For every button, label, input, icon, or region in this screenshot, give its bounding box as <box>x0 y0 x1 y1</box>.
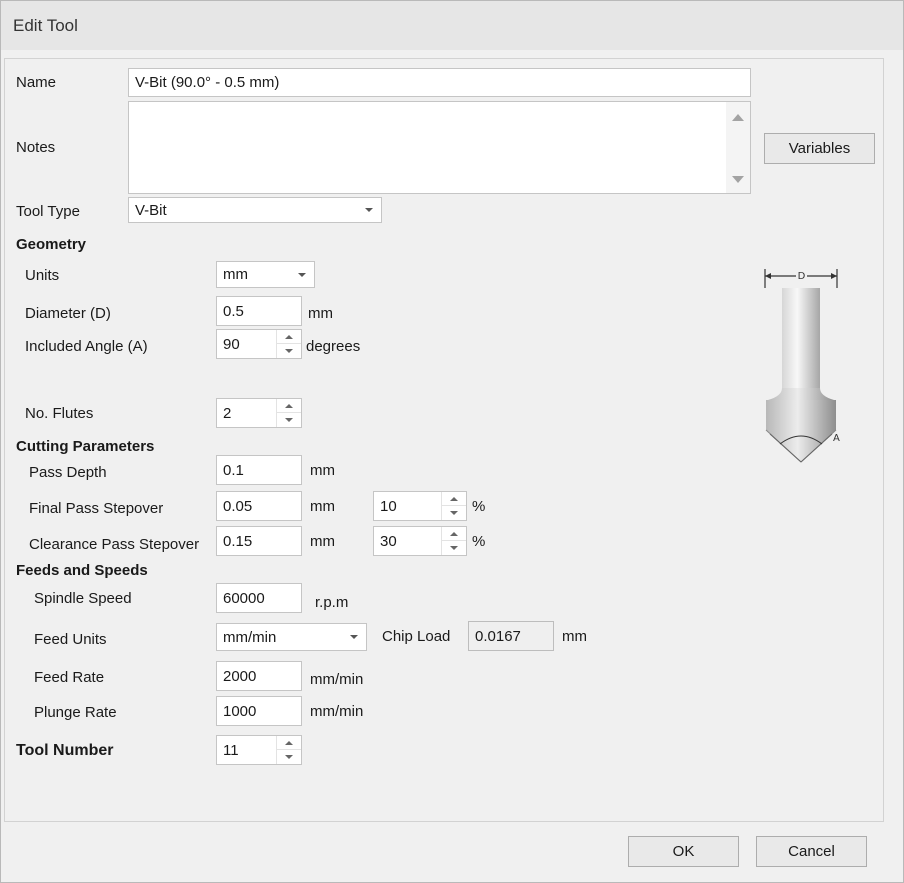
chip-load-label: Chip Load <box>382 628 451 645</box>
chevron-down-icon <box>350 635 358 639</box>
final-stepover-percent-symbol: % <box>472 498 486 515</box>
spin-up-icon[interactable] <box>277 330 301 344</box>
spin-up-icon[interactable] <box>277 736 301 750</box>
clearance-stepover-percent-symbol: % <box>472 533 486 550</box>
geometry-heading: Geometry <box>16 236 87 253</box>
units-label: Units <box>25 267 60 284</box>
angle-value: 90 <box>223 335 240 353</box>
tool-type-select[interactable]: V-Bit <box>128 197 382 223</box>
feed-units-value: mm/min <box>223 628 277 646</box>
spin-down-icon[interactable] <box>442 541 466 555</box>
diameter-marker: D <box>798 271 806 282</box>
angle-unit: degrees <box>306 338 361 355</box>
plunge-rate-input[interactable]: 1000 <box>216 696 302 726</box>
tool-number-label: Tool Number <box>16 742 114 759</box>
notes-label: Notes <box>16 139 56 156</box>
clearance-stepover-percent-stepper[interactable]: 30 <box>373 526 467 556</box>
pass-depth-label: Pass Depth <box>29 464 107 481</box>
name-label: Name <box>16 74 57 91</box>
clearance-stepover-input[interactable]: 0.15 <box>216 526 302 556</box>
notes-textarea[interactable] <box>128 101 751 194</box>
diameter-unit: mm <box>308 305 333 322</box>
notes-scrollbar[interactable] <box>726 102 750 193</box>
spin-up-icon[interactable] <box>442 492 466 506</box>
units-select[interactable]: mm <box>216 261 315 288</box>
diameter-label: Diameter (D) <box>25 305 111 322</box>
final-stepover-unit: mm <box>310 498 335 515</box>
pass-depth-unit: mm <box>310 462 335 479</box>
spin-down-icon[interactable] <box>277 750 301 764</box>
plunge-rate-unit: mm/min <box>310 703 364 720</box>
tool-number-value: 11 <box>223 741 239 759</box>
spin-down-icon[interactable] <box>277 344 301 358</box>
cancel-button[interactable]: Cancel <box>756 836 867 867</box>
final-stepover-percent-value: 10 <box>380 497 397 515</box>
units-value: mm <box>223 266 248 283</box>
name-input[interactable]: V-Bit (90.0° - 0.5 mm) <box>128 68 751 97</box>
clearance-stepover-percent-value: 30 <box>380 532 397 550</box>
angle-stepper[interactable]: 90 <box>216 329 302 359</box>
clearance-stepover-unit: mm <box>310 533 335 550</box>
spindle-label: Spindle Speed <box>34 590 132 607</box>
chip-load-unit: mm <box>562 628 587 645</box>
chevron-down-icon <box>365 208 373 212</box>
tool-number-stepper[interactable]: 11 <box>216 735 302 765</box>
cutting-heading: Cutting Parameters <box>16 438 155 455</box>
ok-button[interactable]: OK <box>628 836 739 867</box>
angle-label: Included Angle (A) <box>25 338 148 355</box>
angle-spin[interactable] <box>276 330 301 358</box>
feeds-heading: Feeds and Speeds <box>16 562 148 579</box>
feed-rate-unit: mm/min <box>310 671 364 688</box>
spin-up-icon[interactable] <box>277 399 301 413</box>
flutes-label: No. Flutes <box>25 405 94 422</box>
spin-down-icon[interactable] <box>277 413 301 427</box>
window-title: Edit Tool <box>13 16 78 35</box>
spin-down-icon[interactable] <box>442 506 466 520</box>
tool-number-spin[interactable] <box>276 736 301 764</box>
feed-units-label: Feed Units <box>34 631 107 648</box>
final-stepover-percent-stepper[interactable]: 10 <box>373 491 467 521</box>
clearance-stepover-label: Clearance Pass Stepover <box>29 536 200 553</box>
clearance-stepover-spin[interactable] <box>441 527 466 555</box>
chevron-down-icon <box>298 272 306 277</box>
tool-type-value: V-Bit <box>135 201 167 219</box>
flutes-stepper[interactable]: 2 <box>216 398 302 428</box>
spindle-unit: r.p.m <box>315 594 349 611</box>
feed-rate-label: Feed Rate <box>34 669 105 686</box>
plunge-rate-label: Plunge Rate <box>34 704 117 721</box>
angle-marker: A <box>833 433 840 444</box>
variables-button[interactable]: Variables <box>764 133 875 164</box>
final-stepover-spin[interactable] <box>441 492 466 520</box>
flutes-spin[interactable] <box>276 399 301 427</box>
title-bar: Edit Tool <box>1 1 903 50</box>
final-stepover-label: Final Pass Stepover <box>29 500 164 517</box>
v-bit-diagram-icon: D A <box>764 269 840 463</box>
pass-depth-input[interactable]: 0.1 <box>216 455 302 485</box>
scroll-up-arrow-icon[interactable] <box>732 114 744 121</box>
flutes-value: 2 <box>223 404 232 422</box>
final-stepover-input[interactable]: 0.05 <box>216 491 302 521</box>
spindle-input[interactable]: 60000 <box>216 583 302 613</box>
diameter-input[interactable]: 0.5 <box>216 296 302 326</box>
tool-type-label: Tool Type <box>16 203 80 220</box>
chip-load-value: 0.0167 <box>468 621 554 651</box>
feed-rate-input[interactable]: 2000 <box>216 661 302 691</box>
spin-up-icon[interactable] <box>442 527 466 541</box>
feed-units-select[interactable]: mm/min <box>216 623 367 651</box>
scroll-down-arrow-icon[interactable] <box>732 176 744 183</box>
